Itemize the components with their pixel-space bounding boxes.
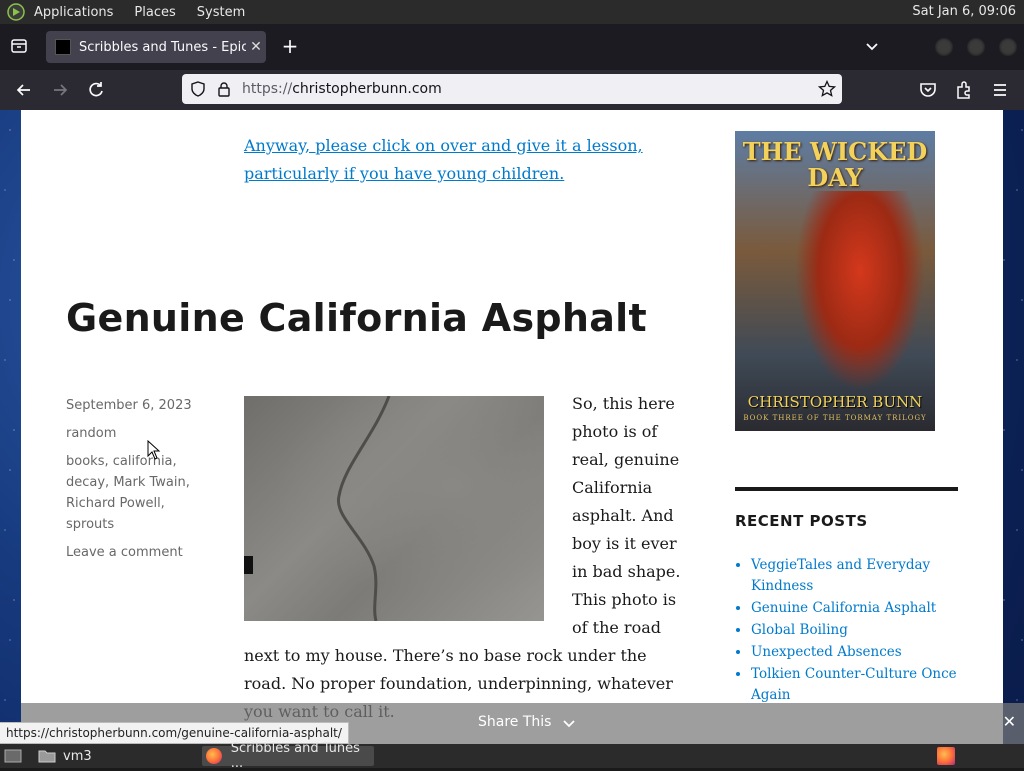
intro-link[interactable]: Anyway, please click on over and give it… xyxy=(244,132,664,188)
category-link[interactable]: random xyxy=(66,426,116,441)
book-cover-image[interactable]: THE WICKED DAY CHRISTOPHER BUNN BOOK THR… xyxy=(735,131,935,431)
taskbar-item-label: Scribbles and Tunes ... xyxy=(230,741,360,771)
hamburger-menu-icon[interactable] xyxy=(990,80,1010,100)
system-menu[interactable]: System xyxy=(197,5,245,20)
asphalt-photo[interactable] xyxy=(244,396,544,621)
page-content: Anyway, please click on over and give it… xyxy=(21,110,1003,744)
firefox-view-icon[interactable] xyxy=(10,37,28,55)
window-controls xyxy=(935,38,1017,56)
bookmark-star-icon[interactable] xyxy=(817,79,837,98)
recent-posts-heading: RECENT POSTS xyxy=(735,512,868,530)
share-bar-label[interactable]: Share This xyxy=(478,714,551,730)
forward-icon[interactable] xyxy=(50,80,70,100)
recent-post-link[interactable]: Global Boiling xyxy=(751,622,848,638)
browser-tabbar: Scribbles and Tunes - Epic fa ✕ + xyxy=(0,24,1024,70)
show-desktop-icon[interactable] xyxy=(4,746,22,766)
post-date-link[interactable]: September 6, 2023 xyxy=(66,398,192,413)
minimize-button[interactable] xyxy=(935,38,953,56)
reload-icon[interactable] xyxy=(86,80,106,100)
folder-icon xyxy=(38,750,56,763)
taskbar-item-vm3[interactable]: vm3 xyxy=(38,746,92,766)
page-viewport: Anyway, please click on over and give it… xyxy=(0,110,1024,744)
places-menu[interactable]: Places xyxy=(134,5,175,20)
chevron-down-icon[interactable] xyxy=(562,716,576,730)
share-bar-close-icon[interactable]: ✕ xyxy=(1003,712,1016,731)
tab-title: Scribbles and Tunes - Epic fa xyxy=(79,39,246,55)
list-item: Tolkien Counter-Culture Once Again xyxy=(751,664,981,706)
tab-active[interactable]: Scribbles and Tunes - Epic fa ✕ xyxy=(46,31,266,63)
post-meta: September 6, 2023 random books, californ… xyxy=(66,395,206,570)
applications-menu[interactable]: Applications xyxy=(34,5,113,20)
widget-divider xyxy=(735,487,958,491)
url-bar[interactable]: https://christopherbunn.com xyxy=(182,74,842,104)
system-top-panel: Applications Places System Sat Jan 6, 09… xyxy=(0,0,1024,24)
recent-post-link[interactable]: VeggieTales and Everyday Kindness xyxy=(751,557,930,594)
list-item: VeggieTales and Everyday Kindness xyxy=(751,555,981,597)
recent-post-link[interactable]: Tolkien Counter-Culture Once Again xyxy=(751,666,957,703)
system-taskbar: vm3 Scribbles and Tunes ... xyxy=(0,741,1024,771)
list-item: Global Boiling xyxy=(751,620,981,641)
site-lock-icon[interactable] xyxy=(216,81,232,97)
list-item: Unexpected Absences xyxy=(751,642,981,663)
tracking-protection-shield-icon[interactable] xyxy=(190,81,206,97)
close-window-button[interactable] xyxy=(999,38,1017,56)
url-text[interactable]: https://christopherbunn.com xyxy=(242,81,442,97)
list-all-tabs-icon[interactable] xyxy=(863,37,881,55)
system-logo-icon[interactable] xyxy=(5,3,27,21)
taskbar-item-browser[interactable]: Scribbles and Tunes ... xyxy=(202,741,374,771)
tab-close-icon[interactable]: ✕ xyxy=(246,39,266,55)
book-cover-author: CHRISTOPHER BUNN xyxy=(747,393,923,411)
list-item: Genuine California Asphalt xyxy=(751,598,981,619)
tray-firefox-icon[interactable] xyxy=(937,746,957,766)
book-cover-title: THE WICKED DAY xyxy=(742,137,928,192)
clock[interactable]: Sat Jan 6, 09:06 xyxy=(912,4,1016,19)
firefox-icon xyxy=(206,748,222,764)
book-cover-subtitle: BOOK THREE OF THE TORMAY TRILOGY xyxy=(743,414,927,422)
recent-post-link[interactable]: Genuine California Asphalt xyxy=(751,600,936,616)
recent-posts-list: VeggieTales and Everyday Kindness Genuin… xyxy=(735,555,981,707)
tags-links[interactable]: books, california, decay, Mark Twain, Ri… xyxy=(66,454,190,532)
taskbar-item-label: vm3 xyxy=(63,748,92,764)
pocket-icon[interactable] xyxy=(918,80,938,100)
extensions-icon[interactable] xyxy=(954,80,974,100)
leave-comment-link[interactable]: Leave a comment xyxy=(66,545,183,560)
maximize-button[interactable] xyxy=(967,38,985,56)
back-icon[interactable] xyxy=(14,80,34,100)
browser-navbar: https://christopherbunn.com xyxy=(0,70,1024,110)
site-favicon-icon xyxy=(55,39,71,55)
recent-post-link[interactable]: Unexpected Absences xyxy=(751,644,902,660)
mouse-cursor-icon xyxy=(147,440,161,460)
post-title[interactable]: Genuine California Asphalt xyxy=(66,296,647,340)
new-tab-button[interactable]: + xyxy=(280,34,300,58)
